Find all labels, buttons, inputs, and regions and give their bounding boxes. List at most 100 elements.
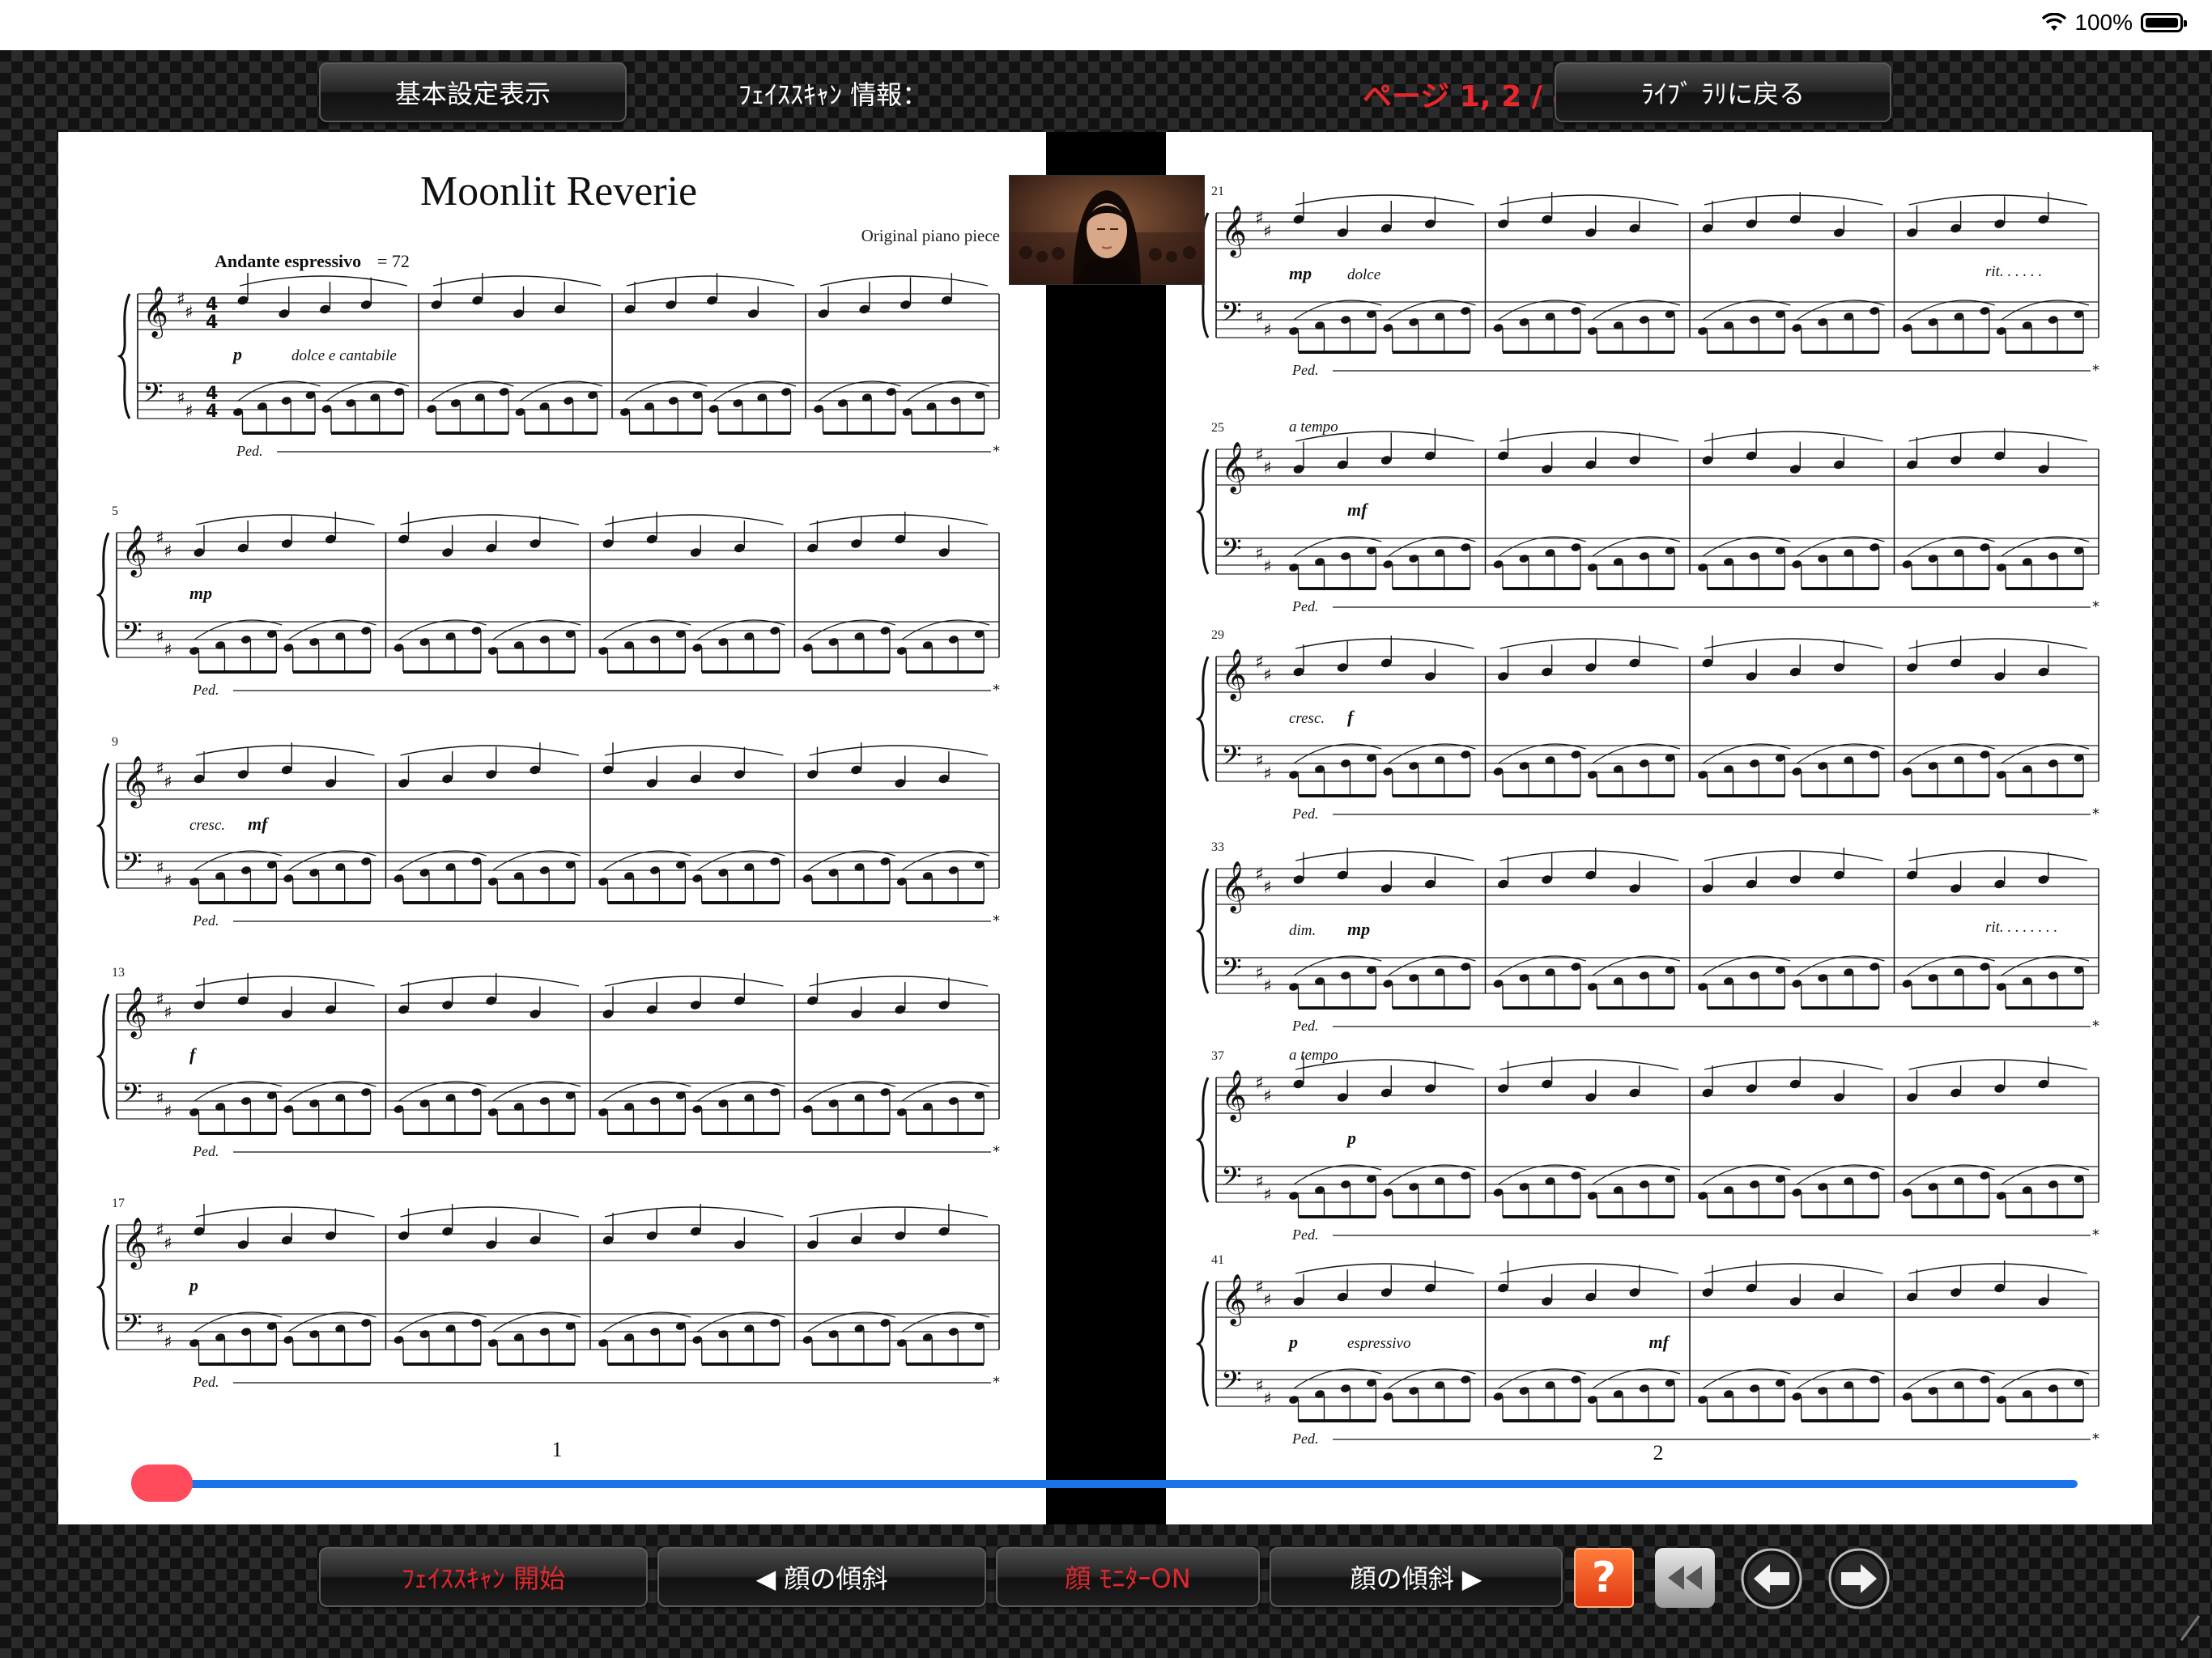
svg-text:♯: ♯ — [1263, 321, 1272, 341]
expression-mark: espressivo — [1347, 1335, 1410, 1352]
measure-number: 33 — [1211, 840, 1224, 854]
svg-text:𝄢: 𝄢 — [1221, 297, 1242, 334]
expression-mark: f — [1347, 707, 1355, 727]
svg-text:*: * — [2092, 1018, 2099, 1035]
expression-mark: rit. . . . . . . . — [1985, 919, 2057, 936]
svg-text:♯: ♯ — [164, 1003, 172, 1023]
svg-text:𝄢: 𝄢 — [121, 848, 143, 885]
expression-mark: dolce — [1347, 266, 1380, 283]
music-system: 𝄞𝄢♯♯♯♯29cresc. fPed. * — [1195, 628, 2099, 823]
svg-text:♯: ♯ — [185, 402, 194, 422]
page-number-right: 2 — [1653, 1441, 1664, 1465]
rewind-icon — [1668, 1566, 1702, 1590]
svg-text:♯: ♯ — [164, 1333, 172, 1353]
svg-text:♯: ♯ — [164, 772, 172, 793]
svg-text:♯: ♯ — [164, 871, 172, 891]
music-system: 𝄞𝄢♯♯♯♯21mp dolce rit. . . . . .Ped. * — [1195, 185, 2099, 379]
svg-text:𝄞: 𝄞 — [1221, 441, 1247, 495]
svg-text:*: * — [993, 1374, 1000, 1391]
page-indicator: ページ 1, 2 / 4 — [1363, 80, 1573, 113]
face-monitor-toggle[interactable]: 顔 ﾓﾆﾀｰON — [996, 1547, 1260, 1607]
expression-mark: p — [232, 344, 242, 364]
svg-text:♯: ♯ — [1263, 764, 1272, 784]
music-system: 𝄞𝄢♯♯♯♯9cresc. mfPed. * — [96, 735, 1000, 929]
svg-text:𝄢: 𝄢 — [1221, 534, 1242, 571]
measure-number: 13 — [112, 966, 125, 980]
score-page-left[interactable]: Moonlit Reverie Original piano piece And… — [58, 132, 1046, 1524]
music-system: 𝄞𝄢♯♯♯♯17pPed. * — [96, 1197, 1000, 1391]
pedal-mark: Ped. — [236, 443, 262, 459]
resize-grip-icon — [2180, 1615, 2201, 1641]
rewind-button[interactable] — [1655, 1548, 1715, 1608]
svg-text:𝄢: 𝄢 — [121, 1078, 143, 1116]
arrow-left-icon — [1741, 1548, 1802, 1609]
expression-mark: mf — [248, 814, 270, 834]
settings-button[interactable]: 基本設定表示 — [319, 62, 627, 122]
measure-number: 29 — [1211, 628, 1224, 642]
score-composer: Original piano piece — [861, 226, 1000, 245]
expression-mark: mf — [1347, 500, 1369, 520]
music-system: 𝄞𝄢♯♯♯♯33dim. mp rit. . . . . . . .Ped. * — [1195, 840, 2099, 1035]
pedal-mark: Ped. — [1291, 1226, 1318, 1243]
score-tempo-bpm: = 72 — [377, 251, 410, 271]
pedal-mark: Ped. — [192, 1143, 219, 1159]
help-button[interactable]: ? — [1574, 1548, 1634, 1608]
expression-mark: a tempo — [1289, 419, 1338, 436]
wifi-icon — [2042, 13, 2067, 31]
svg-text:4: 4 — [206, 312, 218, 333]
tilt-left-button[interactable]: ◀ 顔の傾斜 — [657, 1547, 986, 1607]
arrow-right-icon — [1828, 1548, 1890, 1609]
svg-text:♯: ♯ — [1263, 878, 1272, 898]
measure-number: 25 — [1211, 421, 1224, 435]
music-system: 𝄞𝄢♯♯♯♯5mpPed. * — [96, 504, 1000, 699]
next-page-button[interactable] — [1828, 1548, 1890, 1609]
svg-text:♯: ♯ — [1263, 1389, 1272, 1409]
expression-mark: p — [1287, 1332, 1298, 1352]
svg-text:♯: ♯ — [164, 640, 172, 661]
svg-text:♯: ♯ — [1263, 222, 1272, 242]
svg-text:♯: ♯ — [1263, 665, 1272, 686]
svg-text:♯: ♯ — [1263, 976, 1272, 997]
expression-mark: p — [1346, 1128, 1356, 1148]
svg-text:𝄢: 𝄢 — [121, 617, 143, 654]
svg-text:*: * — [2092, 806, 2099, 823]
svg-text:*: * — [2092, 1431, 2099, 1448]
previous-page-button[interactable] — [1741, 1548, 1802, 1609]
page-slider-knob[interactable] — [131, 1465, 193, 1502]
battery-percent: 100% — [2074, 10, 2133, 35]
page-slider-track[interactable] — [162, 1480, 2078, 1488]
svg-text:𝄞: 𝄞 — [121, 755, 147, 809]
svg-text:𝄞: 𝄞 — [143, 286, 168, 339]
expression-mark: p — [188, 1275, 198, 1295]
svg-text:♯: ♯ — [1263, 458, 1272, 478]
help-icon: ? — [1591, 1554, 1617, 1602]
svg-text:*: * — [993, 1143, 1000, 1160]
expression-mark: cresc. — [1289, 710, 1325, 727]
music-system: 𝄞𝄢♯♯♯♯4444p dolce e cantabilePed. * — [117, 273, 1000, 460]
svg-text:*: * — [2092, 1226, 2099, 1244]
pedal-mark: Ped. — [1291, 362, 1318, 378]
svg-text:𝄞: 𝄞 — [1221, 1273, 1247, 1327]
svg-text:𝄞: 𝄞 — [1221, 1069, 1247, 1123]
measure-number: 17 — [112, 1197, 125, 1210]
pedal-mark: Ped. — [192, 912, 219, 929]
svg-text:𝄢: 𝄢 — [1221, 741, 1242, 778]
svg-text:𝄢: 𝄢 — [1221, 1162, 1242, 1199]
status-indicators: 100% — [2042, 10, 2187, 36]
tilt-right-button[interactable]: 顔の傾斜 ▶ — [1270, 1547, 1563, 1607]
back-to-library-button[interactable]: ﾗｲﾌﾞ ﾗﾘに戻る — [1555, 62, 1891, 122]
score-title: Moonlit Reverie — [420, 168, 697, 215]
score-page-right[interactable]: 𝄞 𝄢 ♯ ♯ ♯ ♯ 21 mp dolce rit. . . . . . Ped. * 𝄞 𝄢 ♯ ♯ ♯ ♯… — [1166, 132, 2152, 1524]
expression-mark: mp — [189, 583, 212, 603]
measure-number: 9 — [112, 735, 118, 749]
svg-text:𝄢: 𝄢 — [1221, 1366, 1242, 1403]
svg-text:♯: ♯ — [1263, 1185, 1272, 1205]
svg-text:𝄞: 𝄞 — [121, 1217, 147, 1270]
svg-text:𝄢: 𝄢 — [121, 1309, 143, 1346]
svg-text:𝄞: 𝄞 — [1221, 861, 1247, 914]
expression-mark: rit. . . . . . — [1985, 263, 2042, 280]
pedal-mark: Ped. — [192, 682, 219, 698]
facescan-start-button[interactable]: ﾌｪｲｽｽｷｬﾝ 開始 — [319, 1547, 648, 1607]
expression-mark: a tempo — [1289, 1047, 1338, 1064]
svg-text:𝄢: 𝄢 — [143, 378, 164, 415]
